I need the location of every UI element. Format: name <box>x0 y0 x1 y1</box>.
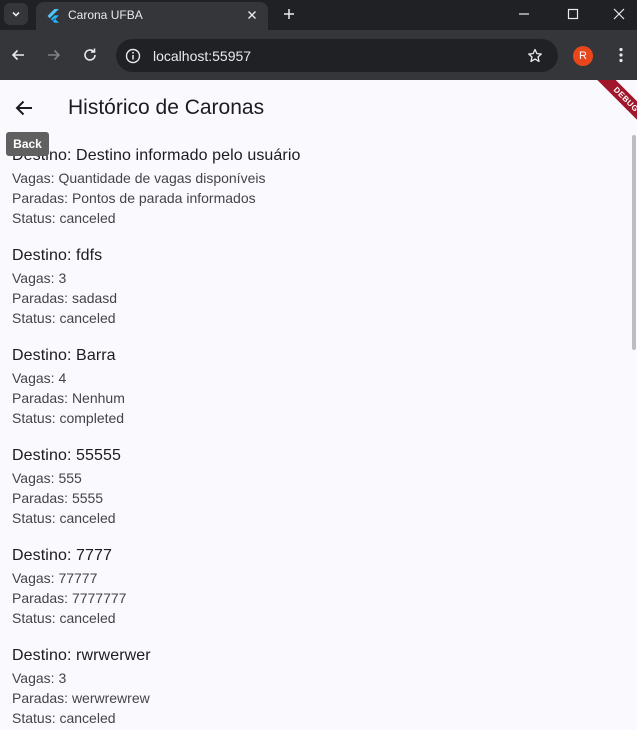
ride-stops: Paradas: 5555 <box>12 490 104 506</box>
ride-stops: Paradas: werwrewrew <box>12 690 150 706</box>
browser-tab-strip: Carona UFBA <box>0 0 637 30</box>
ride-destination: Destino: Barra <box>12 347 116 364</box>
ride-seats: Vagas: Quantidade de vagas disponíveis <box>12 170 266 186</box>
ride-status: Status: canceled <box>12 210 116 226</box>
arrow-right-icon <box>48 49 61 61</box>
minimize-icon <box>519 13 529 15</box>
arrow-left-icon <box>11 49 24 61</box>
arrow-left-icon <box>15 100 32 116</box>
ride-status: Status: canceled <box>12 710 116 726</box>
close-icon <box>613 8 625 20</box>
browser-back-button[interactable] <box>8 45 28 65</box>
ride-destination: Destino: 55555 <box>12 447 122 464</box>
ride-seats: Vagas: 4 <box>12 370 67 386</box>
site-info-button[interactable] <box>124 47 142 65</box>
ride-stops: Paradas: 7777777 <box>12 590 127 606</box>
url-text: localhost:55957 <box>153 48 252 64</box>
tab-search-button[interactable] <box>4 3 28 25</box>
ride-destination: Destino: fdfs <box>12 247 103 264</box>
ride-stops: Paradas: Nenhum <box>12 390 125 406</box>
list-item: Destino: 7777 Vagas: 77777 Paradas: 7777… <box>12 545 612 645</box>
profile-avatar[interactable]: R <box>573 46 593 66</box>
minimize-window-button[interactable] <box>514 4 534 24</box>
ride-destination: Destino: rwrwerwer <box>12 647 151 664</box>
scrollbar[interactable] <box>632 135 636 350</box>
star-icon <box>528 48 542 63</box>
ride-seats: Vagas: 3 <box>12 270 67 286</box>
reload-icon <box>84 48 96 61</box>
list-item: Destino: 55555 Vagas: 555 Paradas: 5555 … <box>12 445 612 545</box>
ride-status: Status: completed <box>12 410 125 426</box>
page-title: Histórico de Caronas <box>68 96 265 119</box>
list-item: Destino: Barra Vagas: 4 Paradas: Nenhum … <box>12 345 612 445</box>
back-tooltip: Back <box>6 132 49 156</box>
browser-tab[interactable]: Carona UFBA <box>36 2 268 30</box>
ride-status: Status: canceled <box>12 310 116 326</box>
ride-seats: Vagas: 77777 <box>12 570 98 586</box>
bookmark-button[interactable] <box>525 46 545 66</box>
ride-history-list: Destino: Destino informado pelo usuário … <box>12 145 612 730</box>
new-tab-button[interactable] <box>279 4 299 24</box>
maximize-icon <box>567 8 579 20</box>
tab-title: Carona UFBA <box>68 8 143 22</box>
list-item: Destino: rwrwerwer Vagas: 3 Paradas: wer… <box>12 645 612 730</box>
ride-seats: Vagas: 3 <box>12 670 67 686</box>
info-icon <box>125 48 141 64</box>
ride-destination: Destino: Destino informado pelo usuário <box>12 147 301 164</box>
flutter-logo-icon <box>47 9 59 23</box>
ride-stops: Paradas: sadasd <box>12 290 118 306</box>
maximize-window-button[interactable] <box>563 4 583 24</box>
ride-stops: Paradas: Pontos de parada informados <box>12 190 256 206</box>
list-item: Destino: Destino informado pelo usuário … <box>12 145 612 245</box>
browser-toolbar: localhost:55957 R <box>0 30 637 80</box>
close-window-button[interactable] <box>609 4 629 24</box>
debug-banner-label: DEBUG <box>588 80 637 137</box>
chevron-down-icon <box>12 11 20 17</box>
browser-forward-button[interactable] <box>44 45 64 65</box>
close-icon <box>248 11 256 19</box>
more-vertical-icon <box>619 47 623 63</box>
back-button[interactable] <box>10 94 38 122</box>
close-tab-button[interactable] <box>244 7 260 23</box>
list-item: Destino: fdfs Vagas: 3 Paradas: sadasd S… <box>12 245 612 345</box>
reload-button[interactable] <box>80 45 100 65</box>
plus-icon <box>284 9 294 19</box>
debug-banner: DEBUG <box>577 80 637 140</box>
ride-seats: Vagas: 555 <box>12 470 82 486</box>
browser-menu-button[interactable] <box>611 45 631 65</box>
ride-status: Status: canceled <box>12 510 116 526</box>
app-viewport: Histórico de Caronas Back DEBUG Destino:… <box>0 80 637 730</box>
address-bar[interactable]: localhost:55957 <box>116 39 558 72</box>
ride-status: Status: canceled <box>12 610 116 626</box>
ride-destination: Destino: 7777 <box>12 547 113 564</box>
